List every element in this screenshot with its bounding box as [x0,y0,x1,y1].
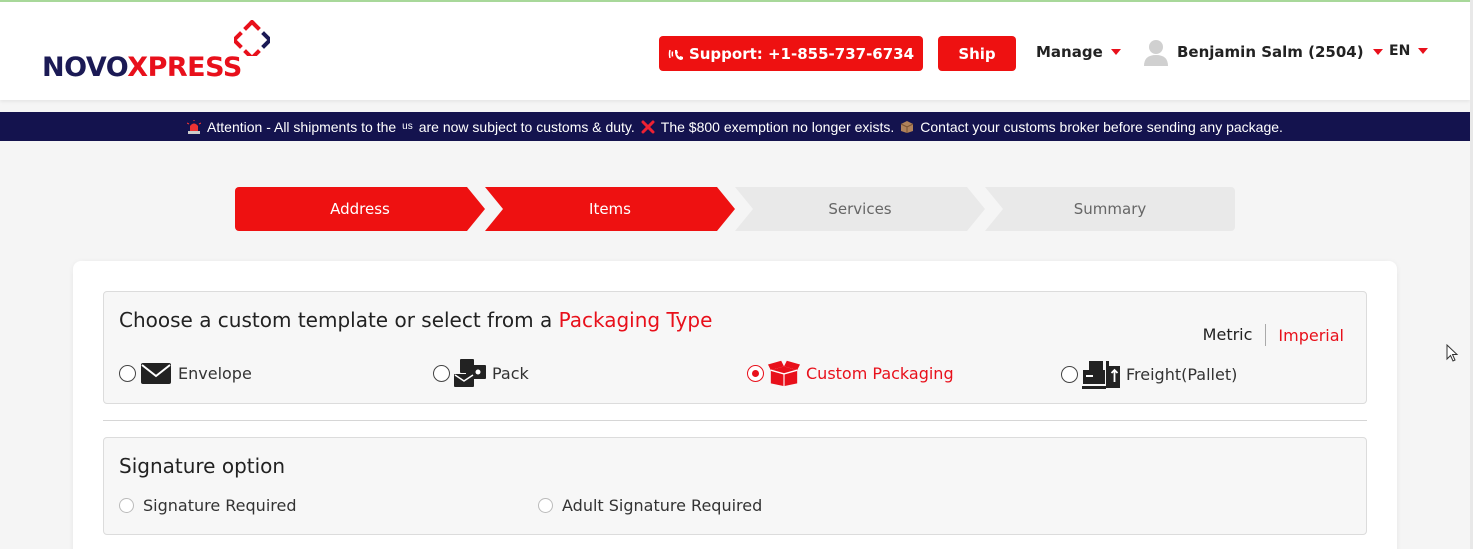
logo-novo: NOVO [42,52,128,83]
site-header: NOVOXPRESS Support: +1-855-737-6734 Ship… [0,2,1470,100]
banner-text-1: Attention - All shipments to the [207,118,397,135]
packaging-title: Choose a custom template or select from … [119,308,712,332]
pack-label: Pack [492,363,529,383]
banner-text-us: us [402,121,413,132]
packaging-option-custom[interactable]: Custom Packaging [747,358,954,388]
chevron-down-icon [1110,49,1121,55]
banner-text-4: Contact your customs broker before sendi… [920,118,1283,135]
banner-text-2: are now subject to customs & duty. [418,118,635,135]
logo-xpress: XPRESS [127,52,242,83]
step-services[interactable]: Services [735,187,985,231]
adult-signature-radio[interactable] [538,498,553,513]
signature-required-option[interactable]: Signature Required [119,496,296,515]
customs-attention-banner: Attention - All shipments to the us are … [0,112,1470,141]
manage-label: Manage [1036,43,1103,61]
ship-button[interactable]: Ship [938,36,1016,71]
support-phone-button[interactable]: Support: +1-855-737-6734 [659,36,923,71]
unit-imperial[interactable]: Imperial [1266,326,1344,345]
envelope-radio[interactable] [119,364,136,382]
packaging-title-accent: Packaging Type [558,308,713,332]
pack-icon [454,359,486,387]
step-address[interactable]: Address [235,187,485,231]
language-menu[interactable]: EN [1389,43,1429,59]
freight-radio[interactable] [1061,365,1078,383]
step-items[interactable]: Items [485,187,735,231]
packaging-type-panel: Choose a custom template or select from … [103,291,1367,404]
freight-icon [1082,361,1120,389]
packaging-option-freight[interactable]: Freight(Pallet) [1061,358,1237,390]
avatar-icon [1144,40,1168,66]
unit-toggle: Metric Imperial [1203,324,1344,346]
packaging-option-pack[interactable]: Pack [433,358,529,388]
step-label: Summary [1073,200,1147,218]
support-label: Support: +1-855-737-6734 [688,44,915,63]
phone-ring-icon [668,49,683,60]
mouse-cursor-icon [1446,344,1459,362]
signature-required-radio[interactable] [119,498,134,513]
siren-icon [187,119,202,134]
user-name: Benjamin Salm (2504) [1177,43,1364,61]
package-icon [901,120,914,133]
signature-option-panel: Signature option Signature Required Adul… [103,437,1367,535]
checkout-stepper: Address Items Services Summary [235,187,1235,231]
custom-packaging-label: Custom Packaging [806,363,954,383]
step-label: Items [589,200,631,218]
chevron-down-icon [1372,49,1383,55]
section-divider [103,420,1367,421]
logo-wordmark: NOVOXPRESS [42,52,242,83]
ship-label: Ship [958,44,996,63]
chevron-down-icon [1418,48,1429,54]
envelope-icon [141,363,171,384]
custom-packaging-radio[interactable] [747,364,764,382]
adult-signature-required-option[interactable]: Adult Signature Required [538,496,762,515]
logo-diamond-icon [234,20,270,56]
user-menu[interactable]: Benjamin Salm (2504) [1144,38,1383,66]
manage-menu[interactable]: Manage [1036,43,1121,61]
language-label: EN [1389,43,1411,59]
packaging-title-prefix: Choose a custom template or select from … [119,308,553,332]
signature-title: Signature option [119,454,286,478]
freight-label: Freight(Pallet) [1126,364,1238,384]
novoxpress-logo[interactable]: NOVOXPRESS [42,20,282,90]
step-label: Address [330,200,390,218]
step-summary[interactable]: Summary [985,187,1235,231]
signature-required-label: Signature Required [143,496,297,515]
banner-text-3: The $800 exemption no longer exists. [660,118,895,135]
open-box-icon [768,360,800,387]
pack-radio[interactable] [433,364,450,382]
envelope-label: Envelope [178,363,252,383]
packaging-option-envelope[interactable]: Envelope [119,358,252,388]
cross-mark-icon [641,120,655,133]
step-label: Services [828,200,892,218]
unit-metric[interactable]: Metric [1203,324,1267,346]
adult-signature-label: Adult Signature Required [562,496,763,515]
